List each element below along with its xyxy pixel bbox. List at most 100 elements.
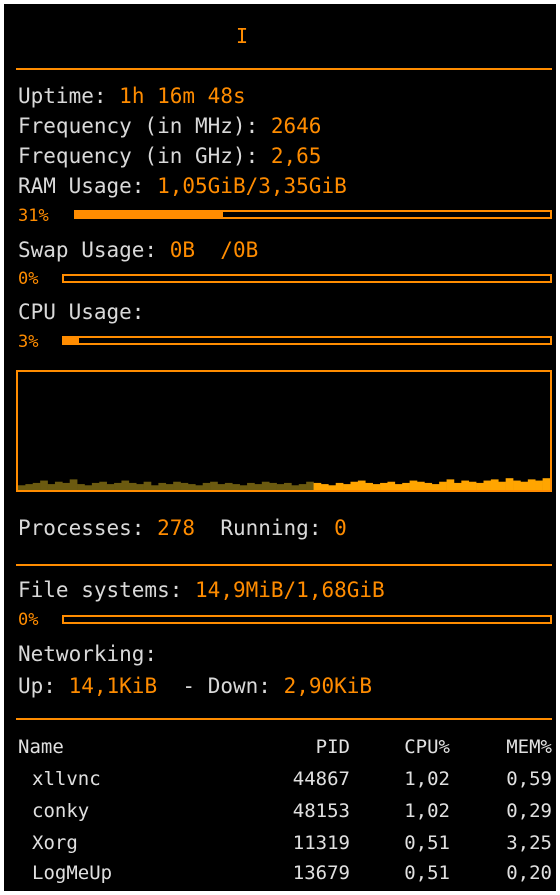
cpu-graph-bar	[520, 481, 529, 490]
header-name: Name	[18, 736, 64, 758]
cpu-graph-bar	[210, 481, 218, 490]
cpu-graph-bar	[476, 482, 484, 490]
cpu-graph-bar	[261, 481, 270, 490]
cpu-graph-bar	[284, 482, 292, 490]
process-mem: 0,59	[506, 768, 552, 790]
cpu-graph-bar	[505, 478, 514, 490]
filesystems-percent: 0%	[18, 610, 39, 630]
cpu-percent: 3%	[18, 332, 39, 352]
cpu-graph-bar	[84, 485, 93, 490]
cpu-graph-bar	[99, 481, 107, 490]
cpu-graph-bar	[439, 481, 447, 490]
cpu-graph-bar	[276, 484, 285, 490]
network-line: Up: 14,1KiB - Down: 2,90KiB	[18, 672, 372, 700]
cpu-graph-bar	[483, 480, 492, 490]
cpu-graph-bar	[431, 484, 440, 490]
swap-label: Swap Usage:	[18, 238, 158, 262]
swap-line: Swap Usage: 0B /0B	[18, 236, 258, 264]
process-name: conky	[32, 800, 90, 822]
cpu-graph-bar	[187, 484, 196, 490]
ram-value: 1,05GiB/3,35GiB	[157, 174, 347, 198]
process-cpu: 0,51	[404, 832, 450, 854]
process-mem: 0,29	[506, 800, 552, 822]
cpu-graph-bar	[106, 484, 115, 490]
cpu-usage-fill	[64, 338, 79, 343]
cpu-graph-bar	[202, 482, 211, 490]
cpu-graph-bar	[224, 482, 233, 490]
cpu-graph-bar	[468, 481, 477, 490]
cpu-usage-bar	[62, 336, 552, 345]
cpu-graph-bar	[424, 482, 433, 490]
process-pid: 44867	[292, 768, 350, 790]
cpu-graph-bar	[128, 482, 137, 490]
header-pid: PID	[315, 736, 350, 758]
cpu-graph-bar	[542, 478, 550, 490]
processes-label: Processes:	[18, 516, 145, 540]
ram-usage-bar	[74, 210, 552, 219]
process-pid: 48153	[292, 800, 350, 822]
networking-label: Networking:	[18, 642, 158, 666]
conky-panel: I Uptime: 1h 16m 48s Frequency (in MHz):…	[4, 4, 556, 891]
cpu-graph-bar	[151, 485, 159, 490]
cpu-graph-bar	[298, 484, 307, 490]
cpu-graph-bar	[513, 480, 521, 490]
cpu-graph-bar	[54, 481, 63, 490]
process-name: LogMeUp	[32, 862, 113, 884]
cpu-graph-bar	[343, 484, 351, 490]
cpu-history-svg	[18, 478, 550, 490]
cpu-graph-bar	[254, 484, 263, 490]
process-name: xllvnc	[32, 768, 101, 790]
freq-mhz-value: 2646	[270, 114, 322, 138]
cpu-graph-bar	[350, 481, 359, 490]
cursor-title: I	[236, 24, 249, 48]
freq-ghz-line: Frequency (in GHz): 2,65	[18, 142, 321, 170]
processes-line: Processes: 278 Running: 0	[18, 514, 347, 542]
process-cpu: 1,02	[404, 800, 450, 822]
cpu-graph-bar	[180, 482, 189, 490]
cpu-graph-bar	[143, 481, 152, 490]
cpu-graph-bar	[121, 480, 130, 490]
cpu-graph-bar	[365, 482, 373, 490]
cpu-graph-bar	[62, 482, 71, 490]
cpu-graph-bar	[69, 479, 78, 490]
cpu-graph-bar	[394, 484, 403, 490]
ram-label: RAM Usage:	[18, 174, 145, 198]
cpu-graph-bar	[372, 484, 381, 490]
process-mem: 3,25	[506, 832, 552, 854]
filesystems-value: 14,9MiB/1,68GiB	[195, 578, 385, 602]
process-pid: 13679	[292, 862, 350, 884]
down-value: 2,90KiB	[283, 674, 373, 698]
filesystems-usage-bar	[62, 615, 552, 624]
divider	[16, 68, 552, 70]
cpu-graph-bar	[77, 484, 85, 490]
cpu-history-graph	[16, 370, 552, 492]
cpu-graph-bar	[232, 484, 240, 490]
cpu-graph-bar	[335, 482, 344, 490]
cpu-graph-bar	[527, 479, 536, 490]
cpu-graph-bar	[357, 480, 366, 490]
swap-value: 0B /0B	[169, 238, 259, 262]
cpu-graph-bar	[32, 482, 41, 490]
processes-count: 278	[157, 516, 196, 540]
cpu-graph-bar	[114, 482, 122, 490]
filesystems-line: File systems: 14,9MiB/1,68GiB	[18, 576, 385, 604]
filesystems-label: File systems:	[18, 578, 183, 602]
cpu-graph-bar	[461, 480, 470, 490]
cpu-graph-bar	[247, 482, 255, 490]
up-label: Up:	[18, 674, 56, 698]
cpu-graph-bar	[91, 482, 100, 490]
cpu-graph-bar	[217, 484, 226, 490]
divider	[16, 718, 552, 720]
cpu-graph-bar	[402, 482, 410, 490]
cpu-graph-bar	[490, 479, 499, 490]
swap-usage-bar	[62, 274, 552, 283]
cpu-graph-bar	[158, 482, 167, 490]
cpu-graph-bar	[417, 481, 425, 490]
cpu-graph-bar	[136, 484, 144, 490]
cpu-graph-bar	[380, 482, 388, 490]
header-mem: MEM%	[506, 736, 552, 758]
cpu-graph-bar	[173, 481, 181, 490]
cpu-graph-bar	[446, 479, 455, 490]
running-label: Running:	[220, 516, 322, 540]
ram-line: RAM Usage: 1,05GiB/3,35GiB	[18, 172, 347, 200]
